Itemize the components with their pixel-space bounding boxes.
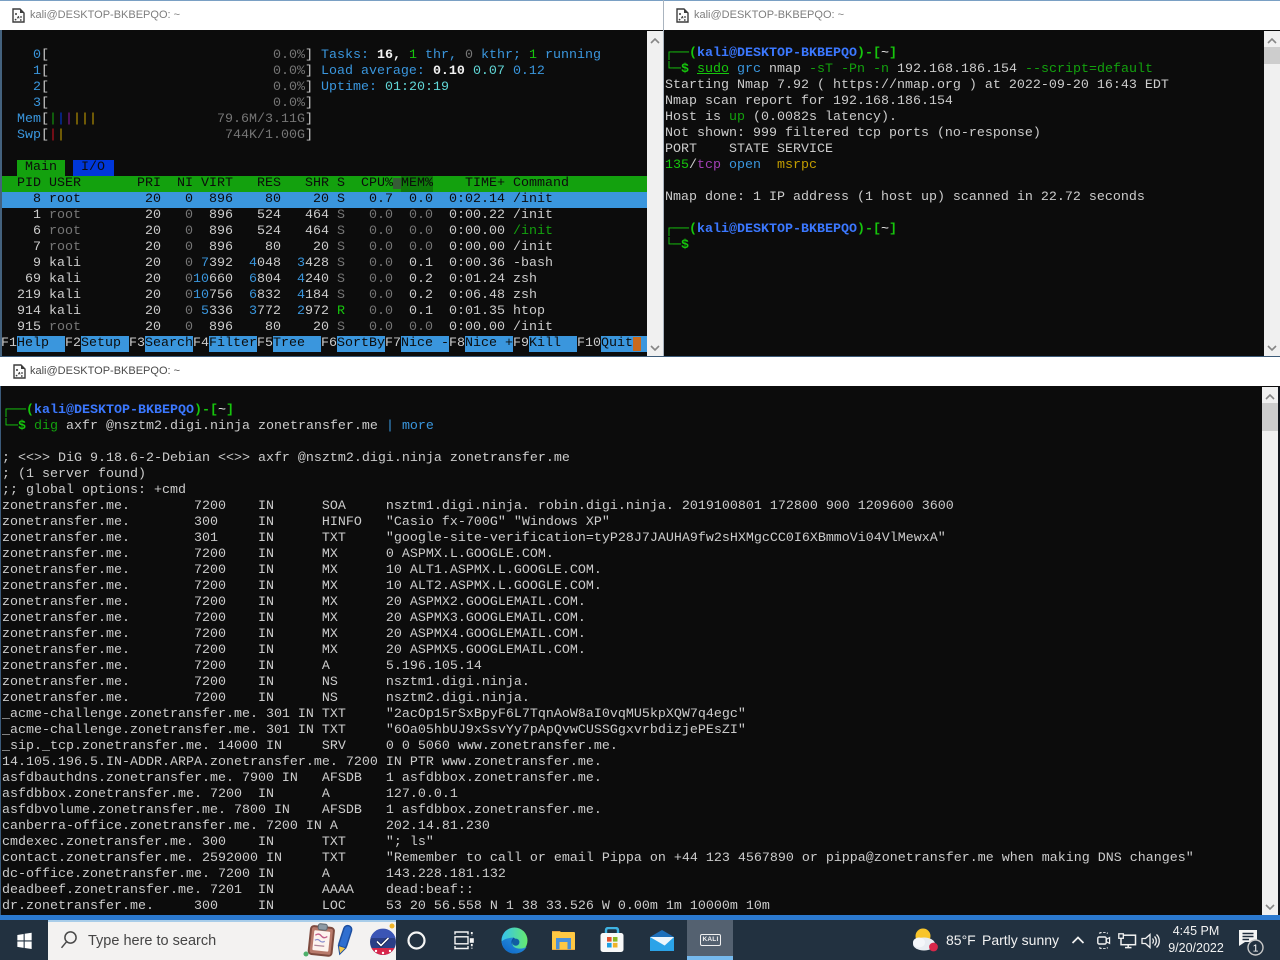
svg-text:1: 1: [1253, 942, 1259, 954]
